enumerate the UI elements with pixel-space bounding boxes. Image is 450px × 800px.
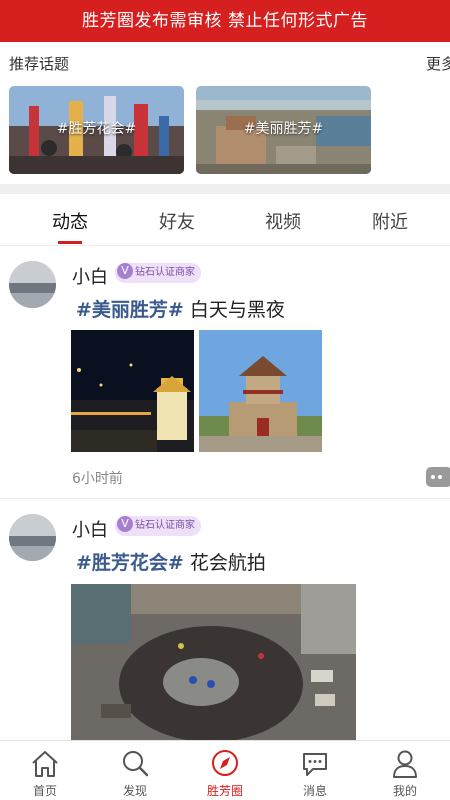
bottom-navigation: 首页 发现 胜芳圈 消息 我的 (0, 740, 450, 800)
comment-icon[interactable] (426, 467, 450, 487)
day-tower-image (199, 330, 322, 452)
tab-fujin[interactable]: 附近 (350, 208, 430, 234)
post-time: 6小时前 (72, 471, 123, 487)
verified-icon: V (117, 263, 133, 279)
search-icon (123, 751, 149, 777)
aerial-crowd-image (71, 584, 356, 740)
post-photo-aerial[interactable] (71, 584, 356, 740)
night-tower-image (71, 330, 194, 452)
username[interactable]: 小白 (72, 263, 108, 289)
topic-card-meili[interactable]: #美丽胜芳# (196, 86, 371, 174)
verified-icon: V (117, 516, 133, 532)
feed-tabs: 动态 好友 视频 附近 (0, 194, 450, 246)
avatar[interactable] (9, 514, 56, 561)
avatar-image (9, 261, 56, 308)
tab-shipin[interactable]: 视频 (243, 208, 323, 234)
compass-icon (212, 750, 238, 776)
nav-home[interactable]: 首页 (0, 741, 90, 800)
post-text: #美丽胜芳# 白天与黑夜 (76, 295, 285, 322)
active-tab-indicator (58, 241, 82, 244)
feed-post: 小白 V 钻石认证商家 #胜芳花会# 花会航拍 (0, 500, 450, 740)
post-photo-night[interactable] (71, 330, 194, 452)
verified-merchant-badge: V 钻石认证商家 (115, 516, 201, 536)
nav-label: 消息 (302, 784, 327, 798)
feed-post: 小白 V 钻石认证商家 #美丽胜芳# 白天与黑夜 6小时前 (0, 247, 450, 499)
topic-card-huahui[interactable]: #胜芳花会# (9, 86, 184, 174)
nav-circle[interactable]: 胜芳圈 (180, 741, 270, 800)
nav-messages[interactable]: 消息 (270, 741, 360, 800)
tab-dongtai[interactable]: 动态 (30, 208, 110, 234)
tab-haoyou[interactable]: 好友 (137, 208, 217, 234)
post-text: #胜芳花会# 花会航拍 (76, 548, 266, 575)
section-separator (0, 184, 450, 194)
post-hashtag[interactable]: #胜芳花会# (76, 552, 184, 574)
nav-label: 发现 (122, 784, 147, 798)
topic-label: #胜芳花会# (56, 121, 137, 137)
verified-merchant-badge: V 钻石认证商家 (115, 263, 201, 283)
post-photo-day[interactable] (199, 330, 322, 452)
topic-label: #美丽胜芳# (243, 121, 324, 137)
notice-banner: 胜芳圈发布需审核 禁止任何形式广告 (0, 0, 450, 42)
nav-label: 胜芳圈 (206, 784, 243, 798)
post-body: 白天与黑夜 (183, 299, 285, 321)
username[interactable]: 小白 (72, 516, 108, 542)
recommended-topics-header: 推荐话题 更多 (0, 42, 450, 84)
post-body: 花会航拍 (183, 552, 266, 574)
avatar-image (9, 514, 56, 561)
recommended-topics-title: 推荐话题 (9, 55, 70, 73)
badge-label: 钻石认证商家 (135, 267, 195, 278)
nav-label: 我的 (392, 784, 417, 798)
home-icon (32, 751, 58, 777)
nav-profile[interactable]: 我的 (360, 741, 450, 800)
post-hashtag[interactable]: #美丽胜芳# (76, 299, 184, 321)
nav-discover[interactable]: 发现 (90, 741, 180, 800)
avatar[interactable] (9, 261, 56, 308)
user-icon (393, 750, 417, 778)
chat-bubble-icon (303, 753, 327, 776)
more-topics-link[interactable]: 更多 (426, 53, 450, 74)
badge-label: 钻石认证商家 (135, 520, 195, 531)
nav-label: 首页 (32, 784, 57, 798)
